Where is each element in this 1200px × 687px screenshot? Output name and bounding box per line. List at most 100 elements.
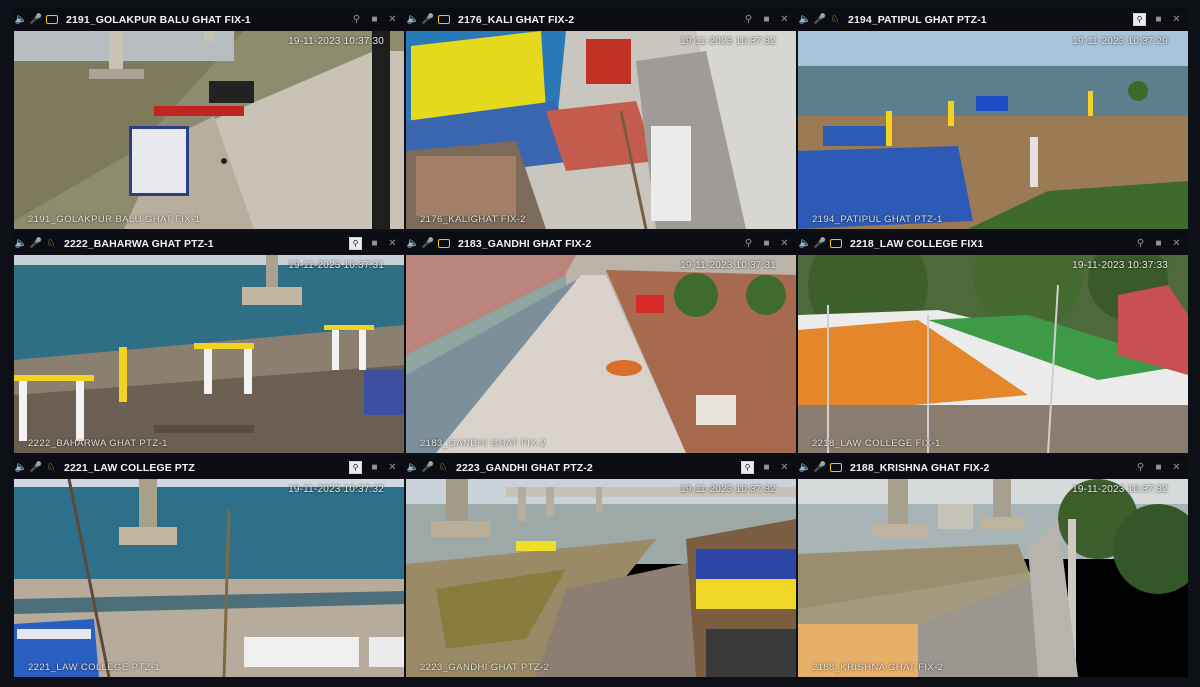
tile-header: 🔈 🎤 2188_KRISHNA GHAT FIX-2 ⚲ ■ ✕ [798,456,1188,479]
camera-icon[interactable]: ■ [1153,238,1164,249]
video-feed[interactable] [406,479,796,677]
feed-caption: 2176_KALIGHAT FIX-2 [420,214,526,225]
microphone-icon[interactable]: 🎤 [30,462,42,474]
camera-tile[interactable]: 🔈 🎤 ♘ 2223_GANDHI GHAT PTZ-2 ⚲ ■ ✕ 19-11… [406,456,796,677]
ptz-control-icon[interactable]: ♘ [46,238,56,250]
feed-scene [406,479,796,677]
microphone-icon[interactable]: 🎤 [422,238,434,250]
feed-scene [14,31,404,229]
feed-caption: 2218_LAW COLLEGE FIX-1 [812,438,941,449]
speaker-icon[interactable]: 🔈 [15,14,27,26]
close-icon[interactable]: ✕ [779,238,790,249]
recording-icon[interactable] [830,239,842,248]
feed-caption: 2183_GANDHI GHAT FIX-2 [420,438,547,449]
camera-icon[interactable]: ■ [369,238,380,249]
video-feed[interactable] [14,255,404,453]
zoom-icon[interactable]: ⚲ [1133,13,1146,26]
speaker-icon[interactable]: 🔈 [407,14,419,26]
ptz-control-icon[interactable]: ♘ [46,462,56,474]
speaker-icon[interactable]: 🔈 [15,462,27,474]
close-icon[interactable]: ✕ [387,14,398,25]
zoom-icon[interactable]: ⚲ [743,238,754,249]
close-icon[interactable]: ✕ [1171,238,1182,249]
camera-title: 2221_LAW COLLEGE PTZ [64,461,195,474]
video-feed[interactable] [14,479,404,677]
camera-tile[interactable]: 🔈 🎤 ♘ 2221_LAW COLLEGE PTZ ⚲ ■ ✕ 19-11-2… [14,456,404,677]
tile-header: 🔈 🎤 ♘ 2223_GANDHI GHAT PTZ-2 ⚲ ■ ✕ [406,456,796,479]
speaker-icon[interactable]: 🔈 [15,238,27,250]
video-feed[interactable] [798,31,1188,229]
video-feed[interactable] [798,479,1188,677]
feed-caption: 2223_GANDHI GHAT PTZ-2 [420,662,550,673]
zoom-icon[interactable]: ⚲ [349,237,362,250]
feed-scene [406,31,796,229]
tile-header: 🔈 🎤 ♘ 2194_PATIPUL GHAT PTZ-1 ⚲ ■ ✕ [798,8,1188,31]
feed-caption: 2188_KRISHNA GHAT FIX-2 [812,662,944,673]
recording-icon[interactable] [46,15,58,24]
camera-icon[interactable]: ■ [369,14,380,25]
close-icon[interactable]: ✕ [1171,462,1182,473]
camera-icon[interactable]: ■ [761,238,772,249]
speaker-icon[interactable]: 🔈 [799,238,811,250]
microphone-icon[interactable]: 🎤 [422,14,434,26]
feed-scene [14,255,404,453]
camera-icon[interactable]: ■ [1153,14,1164,25]
video-feed[interactable] [14,31,404,229]
camera-title: 2188_KRISHNA GHAT FIX-2 [850,461,990,474]
recording-icon[interactable] [438,239,450,248]
zoom-icon[interactable]: ⚲ [1135,238,1146,249]
microphone-icon[interactable]: 🎤 [814,462,826,474]
speaker-icon[interactable]: 🔈 [799,14,811,26]
timestamp: 19-11-2023 10:37:32 [680,484,776,495]
timestamp: 19-11-2023 10:37:30 [288,36,384,47]
close-icon[interactable]: ✕ [779,462,790,473]
feed-scene [798,31,1188,229]
ptz-control-icon[interactable]: ♘ [438,462,448,474]
feed-caption: 2222_BAHARWA GHAT PTZ-1 [28,438,168,449]
camera-tile[interactable]: 🔈 🎤 ♘ 2194_PATIPUL GHAT PTZ-1 ⚲ ■ ✕ 19-1… [798,8,1188,229]
timestamp: 19-11-2023 10:37:32 [1072,484,1168,495]
camera-tile[interactable]: 🔈 🎤 2176_KALI GHAT FIX-2 ⚲ ■ ✕ 19-11-202… [406,8,796,229]
recording-icon[interactable] [438,15,450,24]
camera-icon[interactable]: ■ [1153,462,1164,473]
microphone-icon[interactable]: 🎤 [814,238,826,250]
camera-tile[interactable]: 🔈 🎤 2183_GANDHI GHAT FIX-2 ⚲ ■ ✕ 19-11-2… [406,232,796,453]
zoom-icon[interactable]: ⚲ [743,14,754,25]
speaker-icon[interactable]: 🔈 [407,238,419,250]
tile-header: 🔈 🎤 2176_KALI GHAT FIX-2 ⚲ ■ ✕ [406,8,796,31]
zoom-icon[interactable]: ⚲ [349,461,362,474]
camera-title: 2194_PATIPUL GHAT PTZ-1 [848,13,987,26]
microphone-icon[interactable]: 🎤 [422,462,434,474]
camera-icon[interactable]: ■ [369,462,380,473]
feed-caption: 2221_LAW COLLEGE PTZ-1 [28,662,160,673]
camera-tile[interactable]: 🔈 🎤 2188_KRISHNA GHAT FIX-2 ⚲ ■ ✕ 19-11-… [798,456,1188,677]
tile-header: 🔈 🎤 2191_GOLAKPUR BALU GHAT FIX-1 ⚲ ■ ✕ [14,8,404,31]
speaker-icon[interactable]: 🔈 [799,462,811,474]
zoom-icon[interactable]: ⚲ [741,461,754,474]
camera-icon[interactable]: ■ [761,462,772,473]
ptz-control-icon[interactable]: ♘ [830,14,840,26]
feed-scene [406,255,796,453]
close-icon[interactable]: ✕ [387,238,398,249]
close-icon[interactable]: ✕ [387,462,398,473]
feed-scene [14,479,404,677]
microphone-icon[interactable]: 🎤 [30,238,42,250]
zoom-icon[interactable]: ⚲ [351,14,362,25]
video-feed[interactable] [406,31,796,229]
camera-tile[interactable]: 🔈 🎤 2218_LAW COLLEGE FIX1 ⚲ ■ ✕ 19-11-20… [798,232,1188,453]
close-icon[interactable]: ✕ [1171,14,1182,25]
video-feed[interactable] [406,255,796,453]
microphone-icon[interactable]: 🎤 [30,14,42,26]
feed-scene [798,255,1188,453]
recording-icon[interactable] [830,463,842,472]
video-feed[interactable] [798,255,1188,453]
speaker-icon[interactable]: 🔈 [407,462,419,474]
tile-header: 🔈 🎤 2183_GANDHI GHAT FIX-2 ⚲ ■ ✕ [406,232,796,255]
microphone-icon[interactable]: 🎤 [814,14,826,26]
camera-tile[interactable]: 🔈 🎤 ♘ 2222_BAHARWA GHAT PTZ-1 ⚲ ■ ✕ 19-1… [14,232,404,453]
close-icon[interactable]: ✕ [779,14,790,25]
feed-scene [798,479,1188,677]
camera-icon[interactable]: ■ [761,14,772,25]
camera-tile[interactable]: 🔈 🎤 2191_GOLAKPUR BALU GHAT FIX-1 ⚲ ■ ✕ [14,8,404,229]
zoom-icon[interactable]: ⚲ [1135,462,1146,473]
